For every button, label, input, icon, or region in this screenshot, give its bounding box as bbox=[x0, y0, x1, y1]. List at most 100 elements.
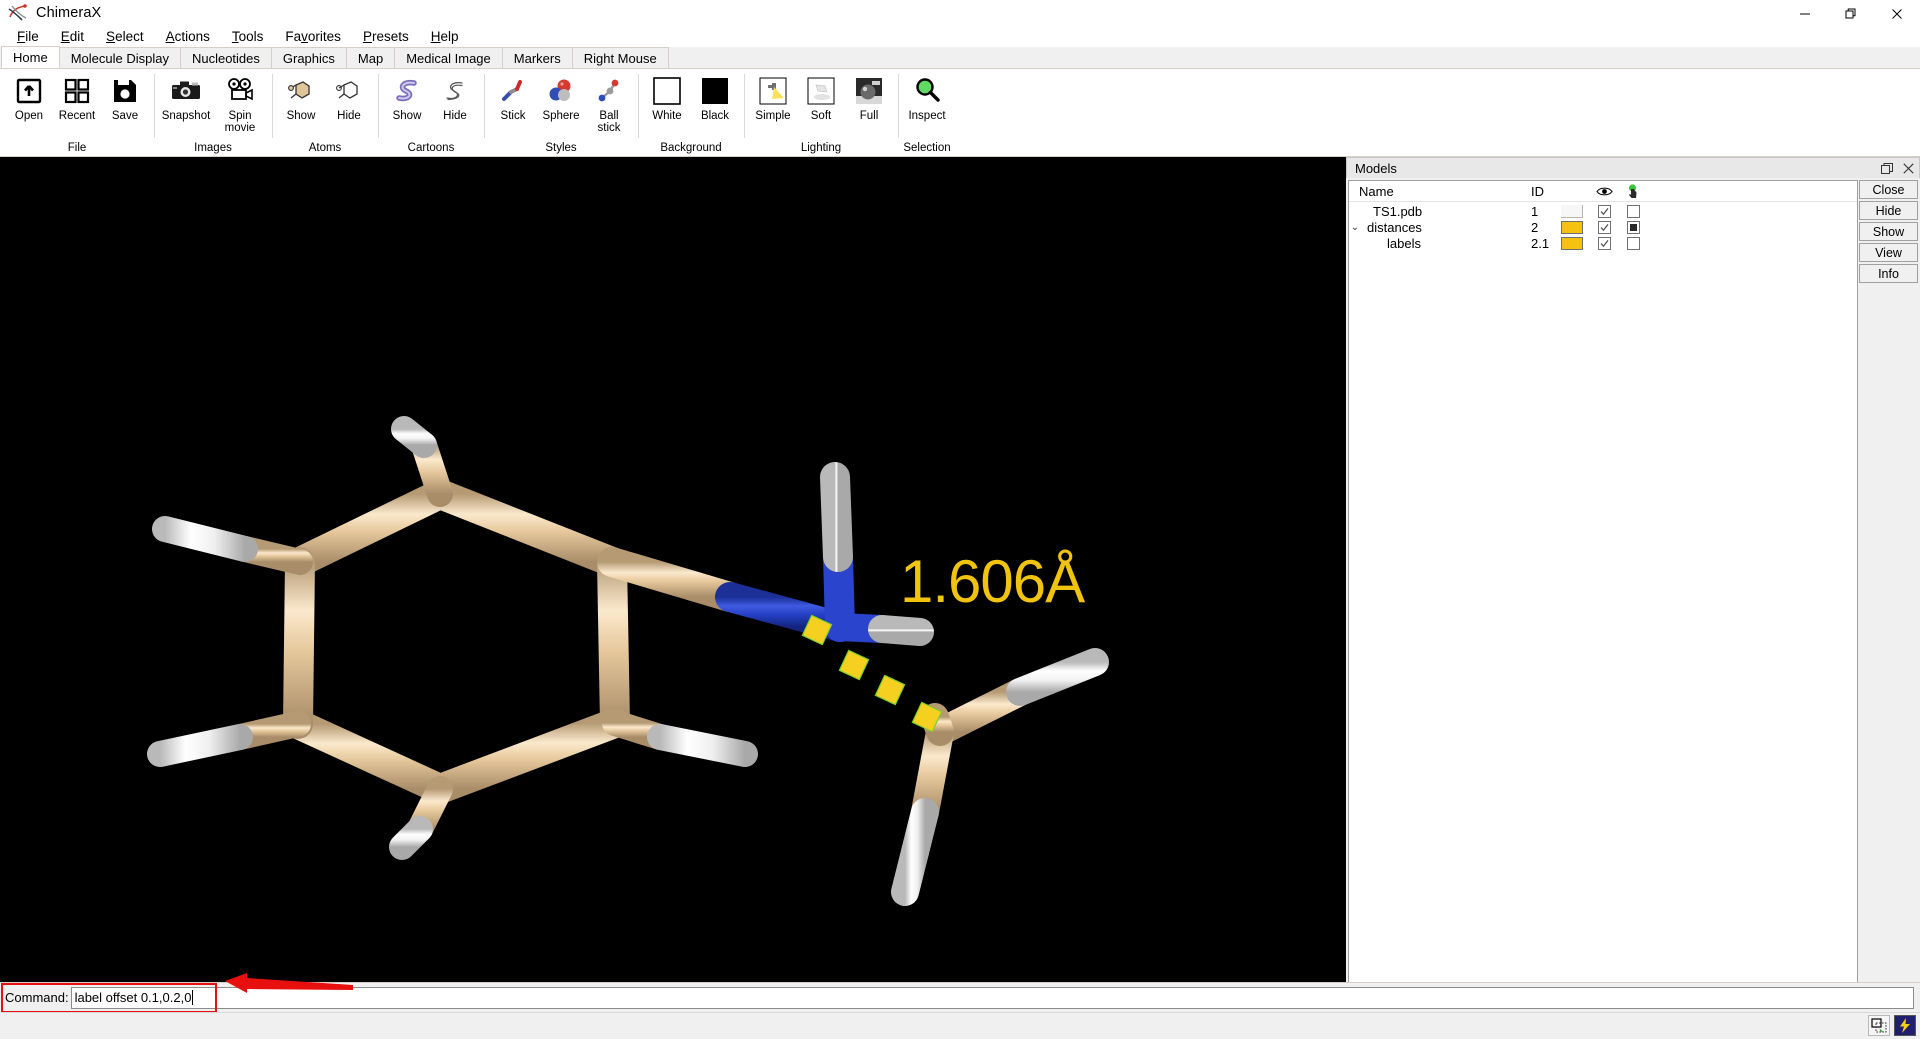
stick-style-button[interactable]: Stick bbox=[489, 69, 537, 122]
molecule-bonds bbox=[147, 416, 934, 860]
tab-home[interactable]: Home bbox=[1, 46, 60, 68]
menu-help[interactable]: Help bbox=[420, 27, 470, 47]
command-input-value: label offset 0.1,0.2,0 bbox=[74, 990, 192, 1005]
window-controls bbox=[1782, 0, 1920, 27]
cartoon-hide-label: Hide bbox=[443, 110, 467, 122]
menu-favorites[interactable]: Favorites bbox=[274, 27, 352, 47]
save-label: Save bbox=[111, 110, 139, 122]
model-shown-cell[interactable] bbox=[1591, 220, 1618, 234]
select-hand-icon bbox=[1618, 183, 1648, 199]
models-panel-header: Models bbox=[1346, 157, 1920, 178]
tab-medical-image[interactable]: Medical Image bbox=[394, 47, 503, 68]
model-select-cell[interactable] bbox=[1618, 220, 1648, 234]
maximize-button[interactable] bbox=[1828, 0, 1874, 27]
select-checkbox[interactable] bbox=[1626, 220, 1640, 234]
window-title: ChimeraX bbox=[36, 5, 102, 21]
row-chevron[interactable]: ⌄ bbox=[1349, 222, 1361, 233]
menu-file-rest: ile bbox=[25, 29, 39, 44]
lighting-full-icon bbox=[853, 75, 885, 107]
close-button[interactable] bbox=[1874, 0, 1920, 27]
model-name-cell: labels bbox=[1349, 236, 1531, 251]
shown-checkbox[interactable] bbox=[1598, 236, 1611, 250]
models-dock: Models Name ID TS1.pdb 1 ⌄ distances 2 l… bbox=[1346, 157, 1920, 1009]
table-row[interactable]: labels 2.1 bbox=[1349, 236, 1857, 251]
color-swatch bbox=[1561, 236, 1583, 250]
hide-model-button[interactable]: Hide bbox=[1859, 201, 1918, 220]
model-shown-cell[interactable] bbox=[1591, 236, 1618, 250]
menu-tools-rest: ools bbox=[238, 29, 264, 44]
molecule-viewport[interactable]: 1.606Å bbox=[0, 157, 1346, 982]
model-shown-cell[interactable] bbox=[1591, 204, 1618, 218]
lighting-simple-label: Simple bbox=[755, 110, 791, 122]
ballstick-style-button[interactable]: Ball stick bbox=[585, 69, 633, 134]
status-bar-icons bbox=[1868, 1015, 1916, 1036]
lightning-icon[interactable] bbox=[1894, 1015, 1916, 1036]
menu-bar: File Edit Select Actions Tools Favorites… bbox=[0, 27, 1920, 47]
select-checkbox[interactable] bbox=[1626, 204, 1640, 218]
menu-edit-rest: dit bbox=[69, 29, 85, 44]
snapshot-button[interactable]: Snapshot bbox=[159, 69, 213, 122]
molecule-methyl-group bbox=[891, 648, 1109, 906]
menu-tools[interactable]: Tools bbox=[221, 27, 275, 47]
shown-checkbox[interactable] bbox=[1598, 204, 1611, 218]
close-model-button[interactable]: Close bbox=[1859, 180, 1918, 199]
menu-actions-rest: ctions bbox=[174, 29, 210, 44]
model-select-cell[interactable] bbox=[1618, 204, 1648, 218]
close-panel-icon[interactable] bbox=[1902, 162, 1915, 175]
select-region-icon[interactable] bbox=[1868, 1015, 1890, 1036]
cartoon-hide-button[interactable]: Hide bbox=[431, 69, 479, 122]
menu-file[interactable]: File bbox=[6, 27, 50, 47]
sphere-style-icon bbox=[545, 75, 577, 107]
recent-button[interactable]: Recent bbox=[53, 69, 101, 122]
info-model-button[interactable]: Info bbox=[1859, 264, 1918, 283]
select-checkbox[interactable] bbox=[1626, 236, 1640, 250]
snapshot-label: Snapshot bbox=[161, 110, 211, 122]
background-black-button[interactable]: Black bbox=[691, 69, 739, 122]
tab-nucleotides[interactable]: Nucleotides bbox=[179, 47, 272, 68]
lighting-simple-button[interactable]: Simple bbox=[749, 69, 797, 122]
view-model-button[interactable]: View bbox=[1859, 243, 1918, 262]
table-row[interactable]: ⌄ distances 2 bbox=[1349, 220, 1857, 235]
open-button[interactable]: Open bbox=[5, 69, 53, 122]
float-panel-icon[interactable] bbox=[1880, 162, 1893, 175]
models-action-buttons: Close Hide Show View Info bbox=[1858, 178, 1920, 1009]
lighting-soft-button[interactable]: Soft bbox=[797, 69, 845, 122]
model-color-cell[interactable] bbox=[1561, 220, 1591, 234]
menu-presets[interactable]: Presets bbox=[352, 27, 420, 47]
ribbon-group-styles-name: Styles bbox=[545, 142, 577, 154]
white-swatch-icon bbox=[651, 75, 683, 107]
sphere-style-button[interactable]: Sphere bbox=[537, 69, 585, 122]
tab-molecule-display[interactable]: Molecule Display bbox=[58, 47, 181, 68]
ribbon-tabs: Home Molecule Display Nucleotides Graphi… bbox=[0, 46, 1920, 69]
save-button[interactable]: Save bbox=[101, 69, 149, 122]
atoms-hide-button[interactable]: Hide bbox=[325, 69, 373, 122]
spin-movie-button[interactable]: Spin movie bbox=[213, 69, 267, 134]
ribbon-group-styles: Stick Sphere Ball stick Styles bbox=[484, 69, 638, 156]
tab-markers[interactable]: Markers bbox=[501, 47, 573, 68]
menu-actions[interactable]: Actions bbox=[155, 27, 221, 47]
model-color-cell[interactable] bbox=[1561, 236, 1591, 250]
recent-label: Recent bbox=[58, 110, 96, 122]
tab-map[interactable]: Map bbox=[345, 47, 396, 68]
tab-right-mouse[interactable]: Right Mouse bbox=[571, 47, 669, 68]
shown-checkbox[interactable] bbox=[1598, 220, 1611, 234]
background-white-button[interactable]: White bbox=[643, 69, 691, 122]
lighting-full-button[interactable]: Full bbox=[845, 69, 893, 122]
model-select-cell[interactable] bbox=[1618, 236, 1648, 250]
menu-select[interactable]: Select bbox=[95, 27, 155, 47]
models-tree[interactable]: Name ID TS1.pdb 1 ⌄ distances 2 labels 2… bbox=[1348, 180, 1858, 1007]
minimize-button[interactable] bbox=[1782, 0, 1828, 27]
inspect-button[interactable]: Inspect bbox=[903, 69, 951, 122]
red-arrow-annotation bbox=[225, 973, 353, 993]
ribbon-group-atoms-name: Atoms bbox=[308, 142, 342, 154]
menu-edit[interactable]: Edit bbox=[50, 27, 95, 47]
ballstick-style-icon bbox=[593, 75, 625, 107]
atoms-show-button[interactable]: Show bbox=[277, 69, 325, 122]
cartoon-show-button[interactable]: Show bbox=[383, 69, 431, 122]
model-color-cell[interactable] bbox=[1561, 204, 1591, 218]
show-model-button[interactable]: Show bbox=[1859, 222, 1918, 241]
lighting-soft-label: Soft bbox=[810, 110, 832, 122]
tab-graphics[interactable]: Graphics bbox=[270, 47, 347, 68]
table-row[interactable]: TS1.pdb 1 bbox=[1349, 204, 1857, 219]
menu-favorites-a: Fa bbox=[285, 29, 302, 44]
